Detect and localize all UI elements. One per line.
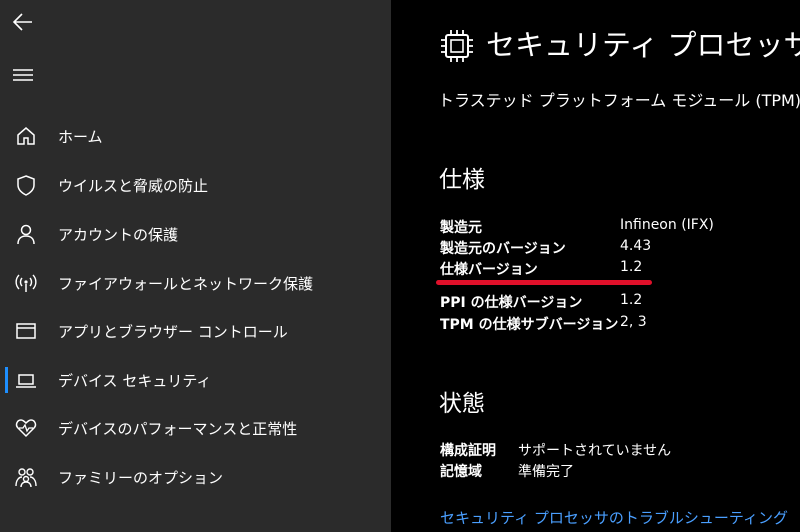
spec-value: 1.2 — [620, 292, 643, 308]
heart-pulse-icon — [15, 417, 37, 439]
status-row: 記憶域 準備完了 — [440, 461, 800, 483]
troubleshoot-link[interactable]: セキュリティ プロセッサのトラブルシューティング — [440, 507, 788, 528]
page-subtitle: トラステッド プラットフォーム モジュール (TPM) に関す — [438, 91, 800, 110]
sidebar-item-account-protection[interactable]: アカウントの保護 — [0, 212, 391, 256]
spec-value: 4.43 — [620, 238, 652, 254]
status-key: 構成証明 — [440, 443, 496, 459]
sidebar-item-home[interactable]: ホーム — [0, 114, 391, 158]
hamburger-menu-button[interactable] — [12, 66, 36, 86]
processor-chip-icon — [441, 30, 473, 62]
browser-window-icon — [15, 320, 37, 342]
spec-value: 2, 3 — [620, 314, 647, 330]
sidebar-item-label: ホーム — [58, 127, 103, 146]
spec-value: Infineon (IFX) — [620, 217, 714, 233]
spec-row: 製造元のバージョン 4.43 — [440, 238, 800, 260]
red-highlight-underline — [436, 280, 652, 285]
home-icon — [15, 125, 37, 147]
spec-row: PPI の仕様バージョン 1.2 — [440, 292, 800, 314]
active-indicator — [5, 367, 8, 393]
back-arrow-icon — [12, 13, 32, 31]
sidebar-item-family-options[interactable]: ファミリーのオプション — [0, 455, 391, 499]
sidebar-item-app-browser-control[interactable]: アプリとブラウザー コントロール — [0, 309, 391, 353]
spec-row: 仕様バージョン 1.2 — [440, 259, 800, 281]
main-content: セキュリティ プロセッサの トラステッド プラットフォーム モジュール (TPM… — [391, 0, 800, 532]
wifi-signal-icon — [15, 272, 37, 294]
back-button[interactable] — [10, 8, 38, 36]
sidebar-item-label: アカウントの保護 — [58, 225, 179, 244]
spec-key: 製造元のバージョン — [440, 241, 566, 257]
spec-row: TPM の仕様サブバージョン 2, 3 — [440, 314, 800, 336]
status-value: 準備完了 — [518, 464, 574, 480]
spec-row: 製造元 Infineon (IFX) — [440, 217, 800, 239]
page-title: セキュリティ プロセッサの — [486, 28, 800, 62]
spec-key: PPI の仕様バージョン — [440, 295, 583, 311]
sidebar-item-virus-protection[interactable]: ウイルスと脅威の防止 — [0, 163, 391, 207]
status-value: サポートされていません — [518, 443, 672, 459]
status-key: 記憶域 — [440, 464, 482, 480]
spec-section-heading: 仕様 — [439, 167, 485, 193]
sidebar-item-label: ファイアウォールとネットワーク保護 — [58, 274, 314, 293]
sidebar-item-label: デバイス セキュリティ — [58, 371, 212, 390]
sidebar-item-label: ウイルスと脅威の防止 — [58, 176, 209, 195]
spec-key: 製造元 — [440, 220, 482, 236]
spec-key: TPM の仕様サブバージョン — [440, 317, 619, 333]
sidebar-item-device-security[interactable]: デバイス セキュリティ — [0, 358, 391, 402]
laptop-icon — [15, 369, 37, 391]
sidebar-item-label: アプリとブラウザー コントロール — [58, 322, 288, 341]
status-section-heading: 状態 — [439, 391, 485, 417]
person-icon — [15, 223, 37, 245]
sidebar-item-device-performance[interactable]: デバイスのパフォーマンスと正常性 — [0, 406, 391, 450]
sidebar: ホーム ウイルスと脅威の防止 アカウントの保護 ファイアウォールとネットワーク保… — [0, 0, 391, 532]
spec-key: 仕様バージョン — [440, 262, 538, 278]
family-icon — [15, 466, 37, 488]
sidebar-item-label: デバイスのパフォーマンスと正常性 — [58, 419, 298, 438]
spec-value: 1.2 — [620, 259, 643, 275]
status-row: 構成証明 サポートされていません — [440, 440, 800, 462]
sidebar-item-label: ファミリーのオプション — [58, 468, 224, 487]
shield-icon — [15, 174, 37, 196]
sidebar-item-firewall[interactable]: ファイアウォールとネットワーク保護 — [0, 261, 391, 305]
hamburger-icon — [13, 69, 33, 81]
